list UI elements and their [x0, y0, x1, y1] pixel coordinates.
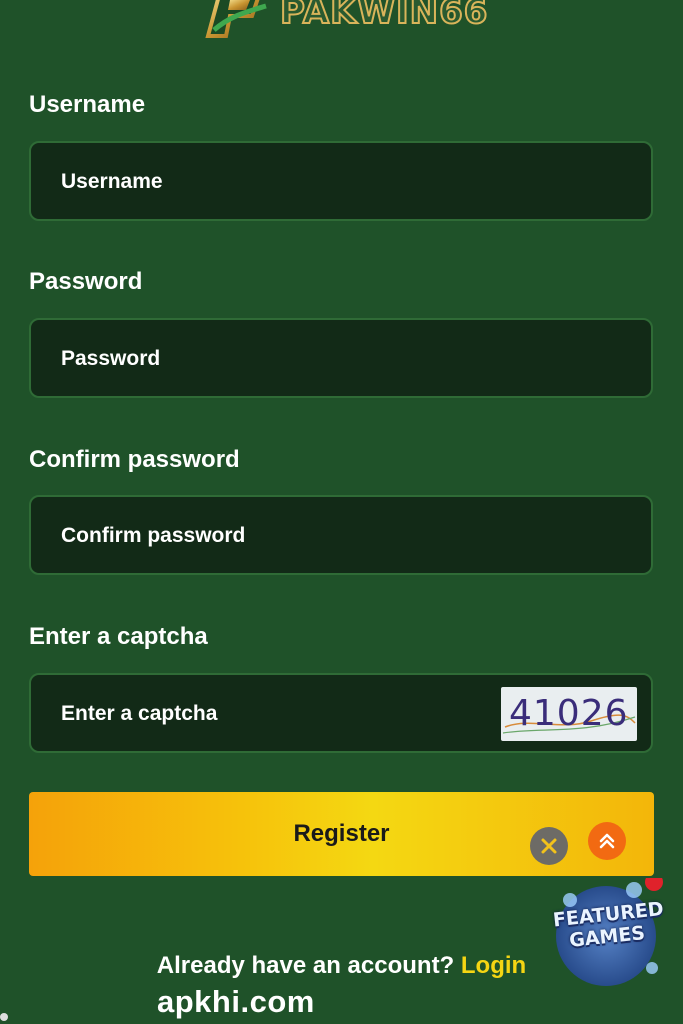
captcha-image[interactable]: 41026 [501, 687, 637, 741]
watermark-text: apkhi.com [157, 984, 315, 1019]
username-input[interactable] [59, 143, 503, 221]
login-link[interactable]: Login [461, 952, 526, 979]
double-chevron-up-icon [599, 833, 615, 849]
brand-name: PAKWIN66 [279, 0, 489, 33]
username-field-box [29, 141, 653, 221]
login-prompt-line: Already have an account? Login [0, 952, 683, 980]
confirm-password-field-box [29, 495, 653, 575]
captcha-label: Enter a captcha [29, 623, 208, 650]
password-label: Password [29, 268, 143, 295]
password-field-box [29, 318, 653, 398]
brand-badge-icon [200, 0, 274, 38]
captcha-code: 41026 [509, 693, 629, 734]
scroll-top-button[interactable] [588, 822, 626, 860]
username-label: Username [29, 91, 146, 118]
login-prompt-text: Already have an account? [156, 952, 455, 979]
captcha-field-box: 41026 [29, 673, 653, 753]
password-input[interactable] [59, 320, 503, 398]
close-icon [541, 838, 557, 854]
captcha-input[interactable] [59, 675, 503, 753]
confirm-password-label: Confirm password [29, 446, 240, 473]
confirm-password-input[interactable] [59, 497, 503, 575]
brand-logo: PAKWIN66 [200, 0, 488, 38]
close-floating-button[interactable] [530, 827, 568, 865]
dot-indicator [0, 1013, 8, 1021]
